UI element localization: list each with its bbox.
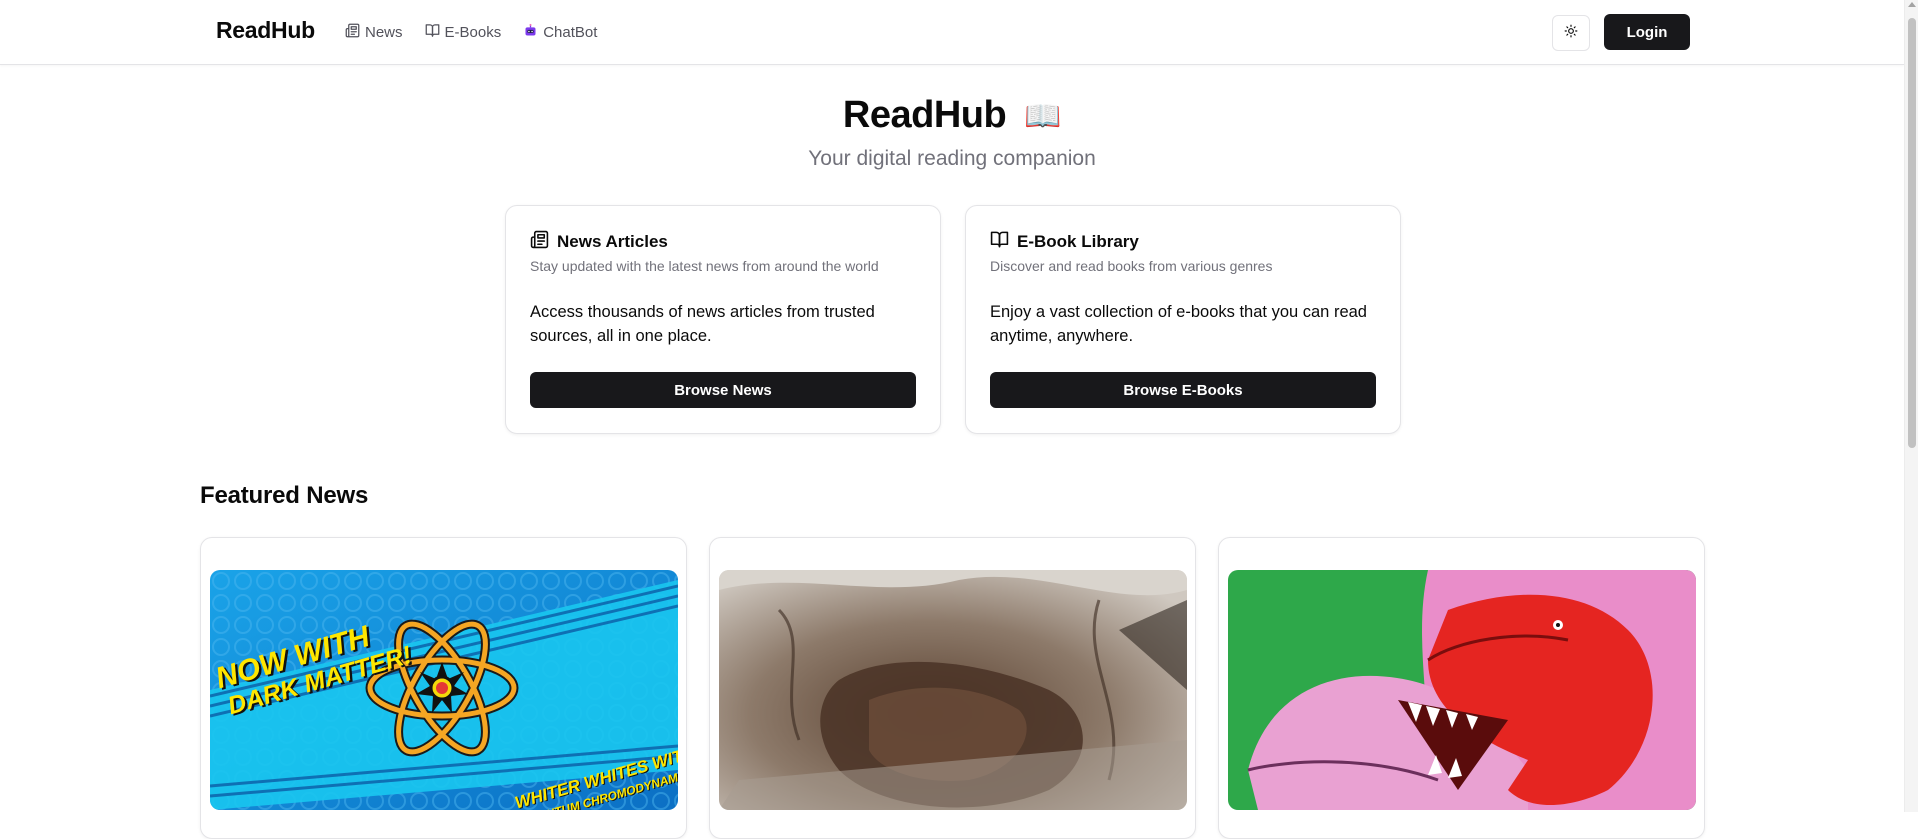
news-card[interactable]: NOW WITH NOW WITH DARK MATTER! DARK MATT… xyxy=(200,537,687,839)
card-header: E-Book Library xyxy=(990,230,1139,254)
page-title: ReadHub 📖 xyxy=(0,94,1904,137)
news-thumbnail-image[interactable]: NOW WITH NOW WITH DARK MATTER! DARK MATT… xyxy=(210,570,678,810)
brand-logo[interactable]: ReadHub xyxy=(216,17,315,44)
card-body-text: Enjoy a vast collection of e-books that … xyxy=(990,303,1367,345)
news-thumbnail-image[interactable] xyxy=(1228,570,1696,810)
ebook-library-card: E-Book Library Discover and read books f… xyxy=(965,205,1401,434)
newspaper-icon xyxy=(530,230,549,254)
theme-toggle-button[interactable] xyxy=(1552,15,1590,51)
hero-title-text: ReadHub xyxy=(842,94,1007,136)
sun-icon xyxy=(1564,24,1578,43)
news-card[interactable] xyxy=(1218,537,1705,839)
nav-link-label: E-Books xyxy=(444,24,502,41)
featured-news-heading: Featured News xyxy=(200,482,369,509)
scrollbar-thumb[interactable] xyxy=(1908,18,1916,448)
news-card[interactable] xyxy=(709,537,1196,839)
book-open-icon xyxy=(990,230,1009,254)
card-description: Discover and read books from various gen… xyxy=(990,258,1273,274)
page-subtitle: Your digital reading companion xyxy=(808,147,1096,170)
scroll-up-arrow-icon[interactable] xyxy=(1908,2,1916,7)
page-scrollbar[interactable] xyxy=(1904,0,1918,812)
card-title: News Articles xyxy=(557,232,668,251)
browse-news-button[interactable]: Browse News xyxy=(530,372,916,408)
nav-link-chatbot[interactable]: ChatBot xyxy=(523,23,597,42)
card-title: E-Book Library xyxy=(1017,232,1139,251)
top-navbar: ReadHub News E-Books ChatBot Login xyxy=(0,0,1904,65)
login-button[interactable]: Login xyxy=(1604,14,1690,50)
nav-link-news[interactable]: News xyxy=(345,23,403,42)
robot-icon xyxy=(523,23,538,42)
nav-link-label: News xyxy=(365,24,403,41)
card-description: Stay updated with the latest news from a… xyxy=(530,258,879,274)
news-articles-card: News Articles Stay updated with the late… xyxy=(505,205,941,434)
nav-link-ebooks[interactable]: E-Books xyxy=(425,23,502,42)
card-header: News Articles xyxy=(530,230,668,254)
nav-link-label: ChatBot xyxy=(543,24,598,41)
browse-ebooks-button[interactable]: Browse E-Books xyxy=(990,372,1376,408)
news-thumbnail-image[interactable] xyxy=(719,570,1187,810)
book-open-icon xyxy=(425,23,440,42)
card-body-text: Access thousands of news articles from t… xyxy=(530,303,875,345)
nav-links: News E-Books ChatBot xyxy=(345,23,597,42)
open-book-emoji-icon: 📖 xyxy=(1024,100,1062,134)
newspaper-icon xyxy=(345,23,360,42)
